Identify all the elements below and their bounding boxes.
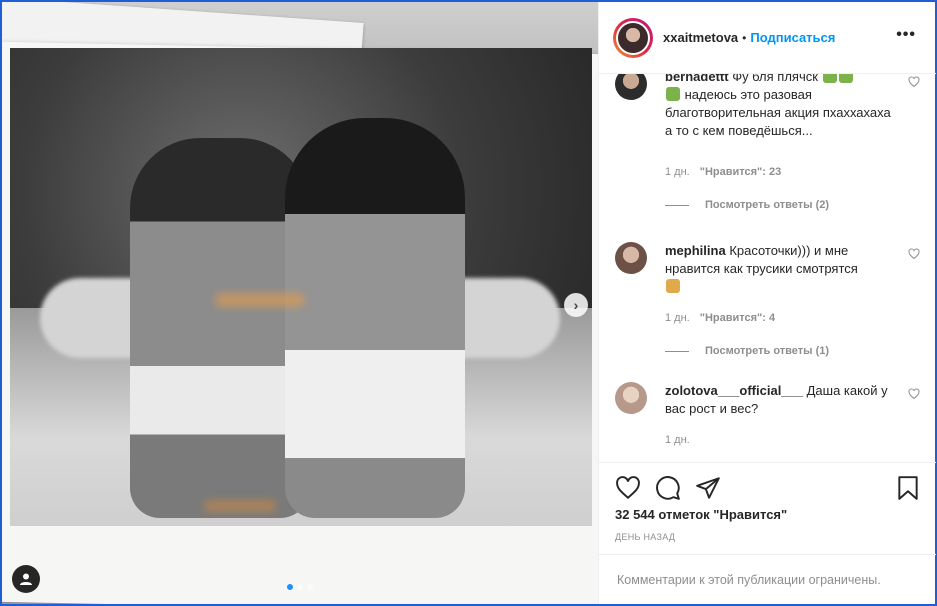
vomit-emoji-icon [822,74,837,83]
user-tag-button[interactable] [12,565,40,593]
carousel-next-button[interactable]: › [564,293,588,317]
vomit-emoji-icon [838,74,853,83]
replies-divider [665,350,689,352]
carousel-dot [307,584,313,590]
post-media[interactable]: › [2,2,598,604]
heart-icon[interactable] [908,76,920,88]
comment-time: 1 дн. [665,312,690,324]
comment-meta: 1 дн. "Нравится": 4 [665,312,775,324]
comment-avatar[interactable] [615,74,647,100]
post-sidebar: xxaitmetova • Подписаться ••• bernadettt… [598,2,936,604]
avatar[interactable] [613,17,653,58]
post-photo [10,48,592,526]
comments-disabled-notice: Комментарии к этой публикации ограничены… [599,554,936,604]
post-date[interactable]: ДЕНЬ НАЗАД [615,532,675,542]
share-icon[interactable] [695,475,721,501]
light-flare [205,500,275,512]
comment-body: bernadettt Фу бля плячск надеюсь это раз… [665,74,895,140]
bear-emoji-icon [666,279,680,293]
avatar-image [616,20,650,55]
chevron-right-icon: › [573,297,579,313]
comment-body: zolotova___official___ Даша какой у вас … [665,382,895,418]
comment-body: mephilina Красоточки))) и мне нравится к… [665,242,895,296]
comment-time: 1 дн. [665,434,690,446]
comment-username[interactable]: mephilina [665,243,726,258]
user-tag-icon [20,573,32,585]
comment-username[interactable]: zolotova___official___ [665,383,803,398]
comment-meta: 1 дн. [665,434,690,446]
view-replies-button[interactable]: Посмотреть ответы (1) [665,345,829,357]
view-replies-label: Посмотреть ответы (2) [705,199,830,211]
light-flare [215,293,305,307]
comment-meta: 1 дн. "Нравится": 23 [665,166,781,178]
more-icon[interactable]: ••• [896,26,916,44]
replies-divider [665,204,689,206]
comments-list[interactable]: bernadettt Фу бля плячск надеюсь это раз… [599,74,936,460]
comment-icon[interactable] [655,475,681,501]
comment-avatar[interactable] [615,242,647,274]
view-replies-button[interactable]: Посмотреть ответы (2) [665,199,829,211]
follow-button[interactable]: Подписаться [750,30,835,45]
person-right [285,118,465,518]
comment-username[interactable]: bernadettt [665,74,729,84]
heart-icon[interactable] [908,248,920,260]
person-left [130,138,310,518]
comment-text: Фу бля плячск [732,74,818,84]
heart-icon[interactable] [615,475,641,501]
carousel-dot [297,584,303,590]
post-header: xxaitmetova • Подписаться ••• [599,2,936,74]
likes-count[interactable]: 32 544 отметок "Нравится" [615,507,787,522]
view-replies-label: Посмотреть ответы (1) [705,345,830,357]
carousel-dots [287,584,313,590]
comments-disabled-text: Комментарии к этой публикации ограничены… [617,572,881,587]
comment-time: 1 дн. [665,166,690,178]
separator-dot: • [742,30,747,45]
heart-icon[interactable] [908,388,920,400]
author-username[interactable]: xxaitmetova [663,30,738,45]
comment-avatar[interactable] [615,382,647,414]
bookmark-icon[interactable] [895,475,921,501]
comment-likes[interactable]: "Нравится": 4 [700,312,775,324]
comment-likes[interactable]: "Нравится": 23 [700,166,781,178]
carousel-dot [287,584,293,590]
vomit-emoji-icon [666,87,680,101]
comment-text-continued: надеюсь это разовая благотворительная ак… [665,87,891,138]
